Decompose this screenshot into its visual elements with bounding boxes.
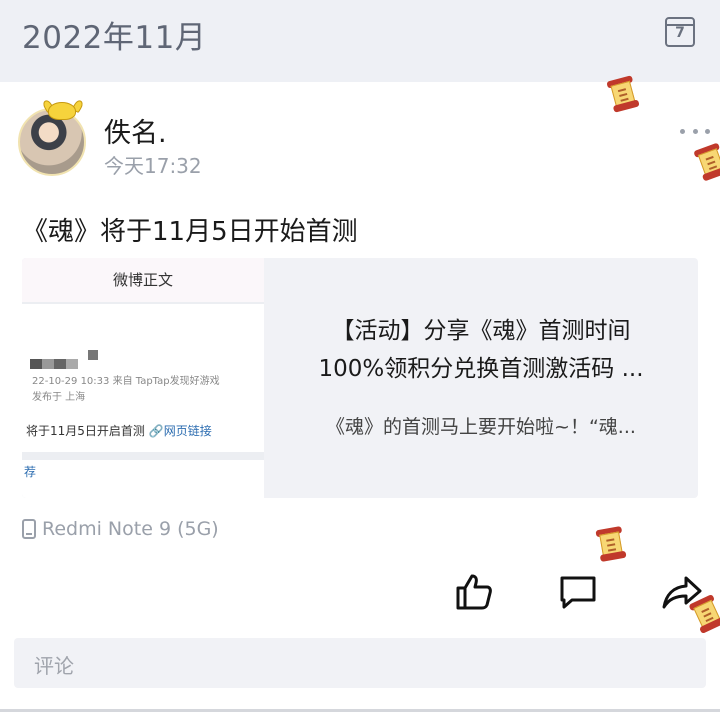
thumb-location: 发布于 上海 — [32, 392, 86, 403]
comment-placeholder: 评论 — [34, 654, 74, 678]
phone-icon — [22, 519, 36, 539]
comment-input[interactable]: 评论 — [14, 638, 706, 688]
thumb-date: 22-10-29 10:33 来自 TapTap发现好游戏 — [32, 376, 220, 387]
thumb-header: 微博正文 — [22, 258, 264, 302]
card-title-line2: 100%领积分兑换首测激活码 ... — [318, 356, 644, 382]
calendar-day: 7 — [675, 25, 685, 41]
comment-icon — [560, 576, 596, 609]
device-label: Redmi Note 9 (5G) — [22, 518, 219, 540]
thumb-body: 22-10-29 10:33 来自 TapTap发现好游戏 发布于 上海 将于1… — [22, 304, 264, 452]
thumbs-up-icon — [456, 574, 492, 610]
blurred-avatar — [88, 350, 98, 360]
blurred-name — [30, 359, 78, 369]
month-title: 2022年11月 — [22, 20, 207, 56]
post-time: 今天17:32 — [104, 154, 202, 178]
thumb-text: 将于11月5日开启首测 🔗网页链接 — [26, 422, 212, 439]
month-header: 2022年11月 7 — [0, 0, 720, 82]
calendar-icon[interactable]: 7 — [665, 17, 695, 47]
link-card[interactable]: 微博正文 22-10-29 10:33 来自 TapTap发现好游戏 发布于 上… — [22, 258, 698, 498]
thumb-rec: 荐 — [24, 465, 37, 479]
thumb-text-main: 将于11月5日开启首测 — [26, 424, 145, 438]
like-button[interactable] — [452, 570, 496, 614]
comment-button[interactable] — [556, 570, 600, 614]
post-text: 《魂》将于11月5日开始首测 — [22, 217, 358, 247]
share-button[interactable] — [660, 570, 704, 614]
card-thumbnail: 微博正文 22-10-29 10:33 来自 TapTap发现好游戏 发布于 上… — [22, 258, 264, 498]
pikachu-hat-icon — [32, 98, 92, 122]
thumb-link-text: 网页链接 — [163, 424, 212, 438]
card-title: 【活动】分享《魂》首测时间 100%领积分兑换首测激活码 ... — [276, 312, 686, 388]
card-title-line1: 【活动】分享《魂》首测时间 — [331, 318, 631, 344]
more-options-icon[interactable] — [680, 127, 710, 135]
card-description: 《魂》的首测马上要开始啦~！“魂... — [326, 416, 636, 438]
thumb-link: 🔗网页链接 — [148, 424, 212, 438]
username[interactable]: 佚名. — [104, 111, 167, 150]
scroll-decoration-icon — [693, 142, 720, 182]
share-icon — [662, 576, 702, 609]
thumb-divider — [22, 454, 264, 498]
device-name: Redmi Note 9 (5G) — [42, 518, 219, 540]
avatar[interactable] — [14, 98, 94, 180]
scroll-decoration-icon — [595, 525, 627, 563]
